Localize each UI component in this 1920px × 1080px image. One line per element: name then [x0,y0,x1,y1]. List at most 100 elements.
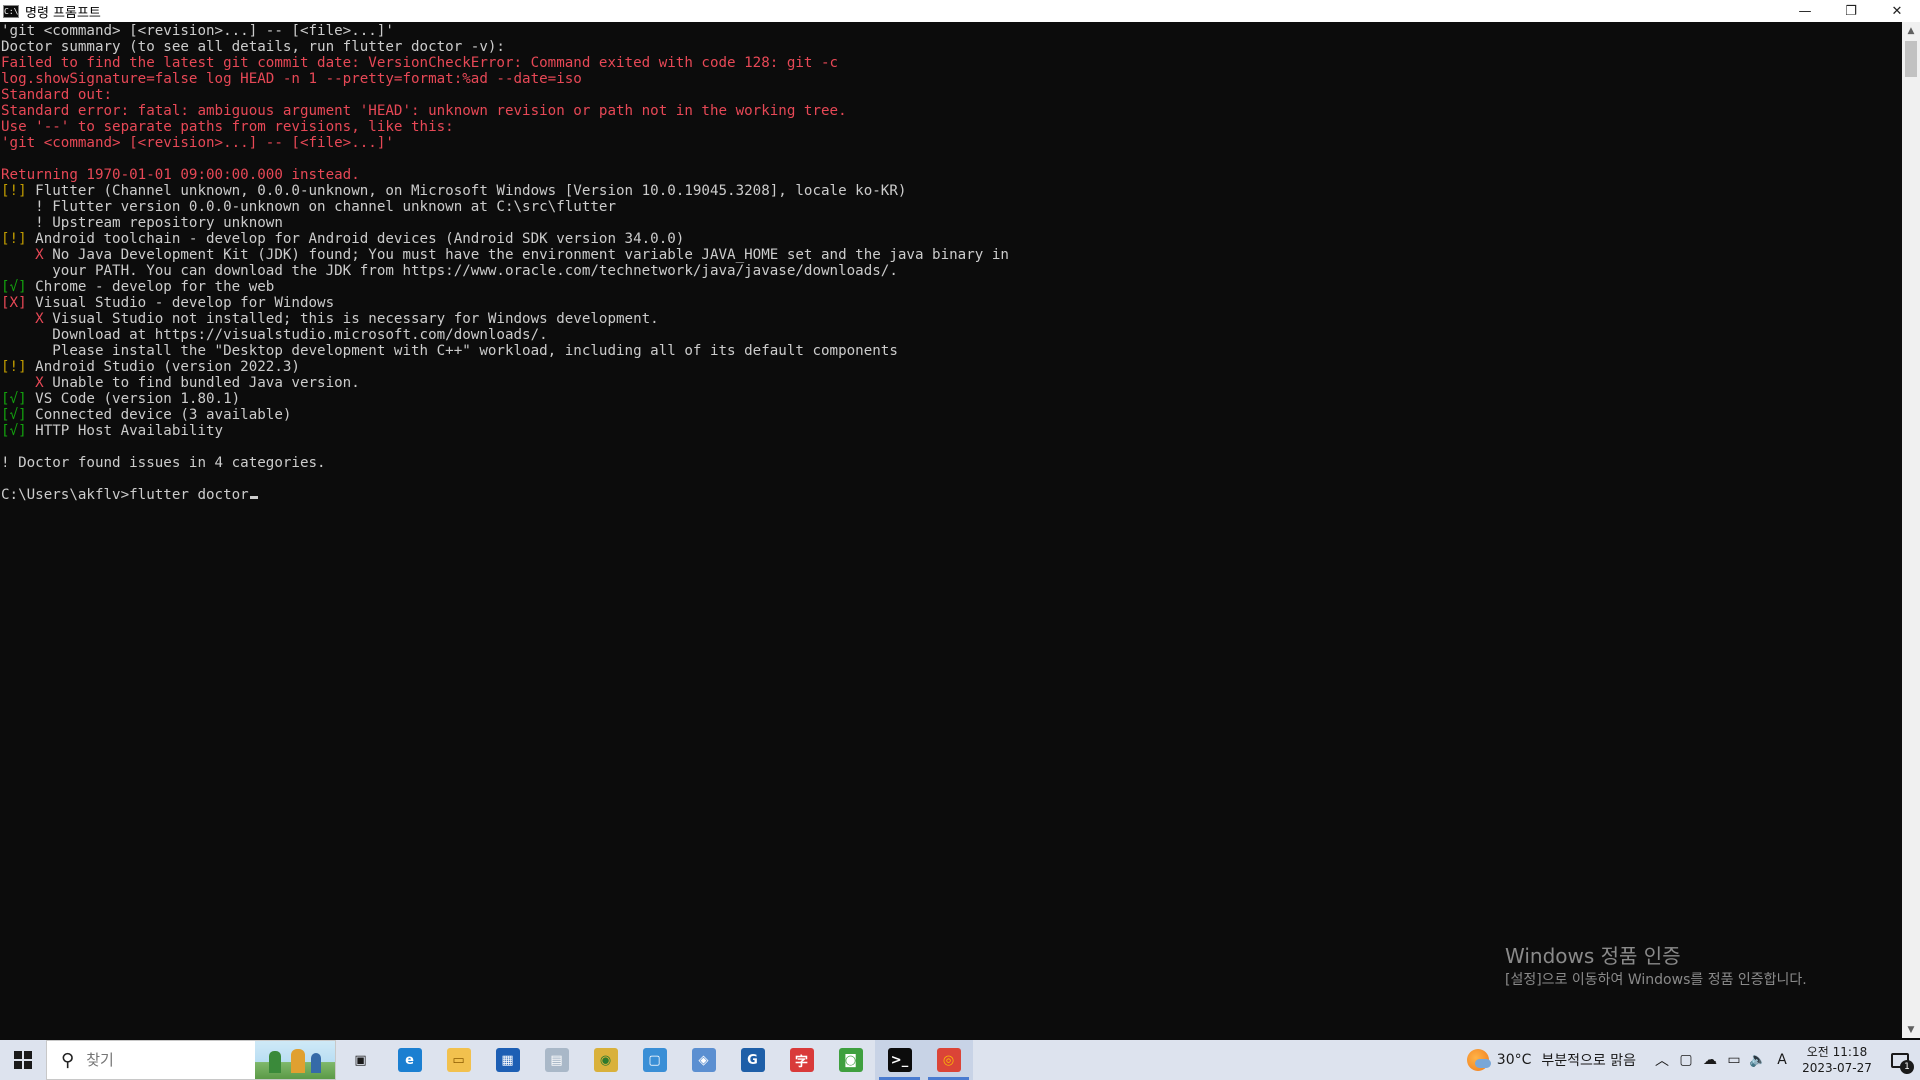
notification-center-button[interactable]: 1 [1880,1040,1920,1080]
console-text: Failed to find the latest git commit dat… [1,55,839,71]
console-area[interactable]: 'git <command> [<revision>...] -- [<file… [0,22,1902,1038]
window-title: 명령 프롬프트 [25,5,101,21]
console-line: Failed to find the latest git commit dat… [1,55,1902,71]
scroll-up-arrow-icon[interactable]: ▲ [1902,22,1920,39]
taskbar-app-button[interactable]: ▣ [336,1040,385,1080]
console-text: your PATH. You can download the JDK from… [1,263,898,279]
taskbar-search[interactable]: ⚲ [46,1040,336,1080]
taskbar-app-button[interactable]: ◙ [826,1040,875,1080]
console-text: Returning 1970-01-01 09:00:00.000 instea… [1,167,360,183]
console-text: X [1,247,44,263]
console-text: Please install the "Desktop development … [1,343,898,359]
meet-icon[interactable]: ▢ [1674,1040,1698,1080]
close-button[interactable]: ✕ [1874,0,1920,22]
text-cursor [249,496,258,499]
taskbar-app-button[interactable]: ◉ [581,1040,630,1080]
console-line: [√] Connected device (3 available) [1,407,1902,423]
console-line: [!] Flutter (Channel unknown, 0.0.0-unkn… [1,183,1902,199]
console-text: Standard out: [1,87,113,103]
weather-widget[interactable]: 30°C 부분적으로 맑음 [1466,1049,1636,1071]
console-text: [!] [1,359,27,375]
console-text: X [1,311,44,327]
console-text: log.showSignature=false log HEAD -n 1 --… [1,71,582,87]
console-line: [√] Chrome - develop for the web [1,279,1902,295]
console-text: Android toolchain - develop for Android … [26,231,685,247]
console-line: 'git <command> [<revision>...] -- [<file… [1,135,1902,151]
taskbar-app-button[interactable]: ▭ [434,1040,483,1080]
taskbar-app-button[interactable]: 字 [777,1040,826,1080]
console-line: [√] VS Code (version 1.80.1) [1,391,1902,407]
ime-icon[interactable]: A [1770,1040,1794,1080]
console-line: Download at https://visualstudio.microso… [1,327,1902,343]
grammarly-icon: G [740,1048,765,1072]
title-bar: C:\ 명령 프롬프트 — ❐ ✕ [0,0,1920,22]
console-text: [!] [1,183,27,199]
console-line: X No Java Development Kit (JDK) found; Y… [1,247,1902,263]
taskbar-apps: ▣ e ▭ ▦ ▤ ◉ ▢ ◈ G 字 ◙ >_ ◎ [336,1040,973,1080]
command-prompt-line[interactable]: C:\Users\akflv>flutter doctor [1,487,1902,503]
console-line: ! Flutter version 0.0.0-unknown on chann… [1,199,1902,215]
console-line: 'git <command> [<revision>...] -- [<file… [1,23,1902,39]
volume-icon[interactable]: 🔈 [1746,1040,1770,1080]
console-text: [√] [1,407,27,423]
taskbar-app-button[interactable]: ▤ [532,1040,581,1080]
maps-icon: ◉ [593,1048,618,1072]
scroll-thumb[interactable] [1905,41,1917,77]
chevron-up-icon[interactable]: ︿ [1650,1040,1674,1080]
console-text: VS Code (version 1.80.1) [26,391,241,407]
watermark-title: Windows 정품 인증 [1505,944,1681,968]
console-text: Visual Studio - develop for Windows [26,295,335,311]
console-text: ! Upstream repository unknown [1,215,283,231]
taskbar-clock[interactable]: 오전 11:18 2023-07-27 [1798,1044,1876,1076]
task-view-icon: ▣ [354,1052,367,1068]
store-icon: ▦ [495,1048,520,1072]
notification-badge: 1 [1900,1060,1914,1074]
console-text: ! Doctor found issues in 4 categories. [1,455,326,471]
console-text: [√] [1,423,27,439]
watermark-subtitle: [설정]으로 이동하여 Windows를 정품 인증합니다. [1505,972,1807,988]
taskbar-app-button[interactable]: ◎ [924,1040,973,1080]
console-text: HTTP Host Availability [26,423,224,439]
console-line: log.showSignature=false log HEAD -n 1 --… [1,71,1902,87]
taskbar-app-button[interactable]: e [385,1040,434,1080]
file-explorer-icon: ▭ [446,1048,471,1072]
taskbar-app-button[interactable]: >_ [875,1040,924,1080]
console-text: No Java Development Kit (JDK) found; You… [43,247,1009,263]
taskbar-app-button[interactable]: ▢ [630,1040,679,1080]
taskbar-app-button[interactable]: ▦ [483,1040,532,1080]
console-line: [X] Visual Studio - develop for Windows [1,295,1902,311]
start-button[interactable] [0,1040,46,1080]
taskbar: ⚲ ▣e▭▦▤◉▢◈G字◙>_◎ 30°C 부분적으로 맑음 ︿▢☁▭🔈A 오전… [0,1040,1920,1080]
scroll-down-arrow-icon[interactable]: ▼ [1902,1021,1920,1038]
console-text: Flutter (Channel unknown, 0.0.0-unknown,… [26,183,907,199]
taskbar-app-button[interactable]: ◈ [679,1040,728,1080]
onedrive-icon[interactable]: ☁ [1698,1040,1722,1080]
edge-icon: e [397,1048,422,1072]
console-line: Doctor summary (to see all details, run … [1,39,1902,55]
network-status-icon[interactable]: ▭ [1722,1040,1746,1080]
console-text: [!] [1,231,27,247]
console-text: Visual Studio not installed; this is nec… [43,311,659,327]
weather-temp: 30°C [1496,1052,1532,1068]
search-input[interactable] [86,1051,247,1069]
restore-button[interactable]: ❐ [1828,0,1874,22]
console-line: ! Upstream repository unknown [1,215,1902,231]
console-line: [√] HTTP Host Availability [1,423,1902,439]
console-text: Use '--' to separate paths from revision… [1,119,454,135]
console-line: Please install the "Desktop development … [1,343,1902,359]
typed-command[interactable]: flutter doctor [129,487,249,503]
console-line: Returning 1970-01-01 09:00:00.000 instea… [1,167,1902,183]
search-highlight-illustration [255,1041,335,1079]
nvidia-icon: ◙ [838,1048,863,1072]
taskbar-app-button[interactable]: G [728,1040,777,1080]
minimize-button[interactable]: — [1782,0,1828,22]
console-line: ! Doctor found issues in 4 categories. [1,455,1902,471]
clock-date: 2023-07-27 [1802,1061,1872,1075]
console-line: X Visual Studio not installed; this is n… [1,311,1902,327]
remote-desktop-icon: ▢ [642,1048,667,1072]
console-text: 'git <command> [<revision>...] -- [<file… [1,23,394,39]
dictionary-icon: 字 [789,1048,814,1072]
vertical-scrollbar[interactable]: ▲ ▼ [1902,22,1920,1038]
